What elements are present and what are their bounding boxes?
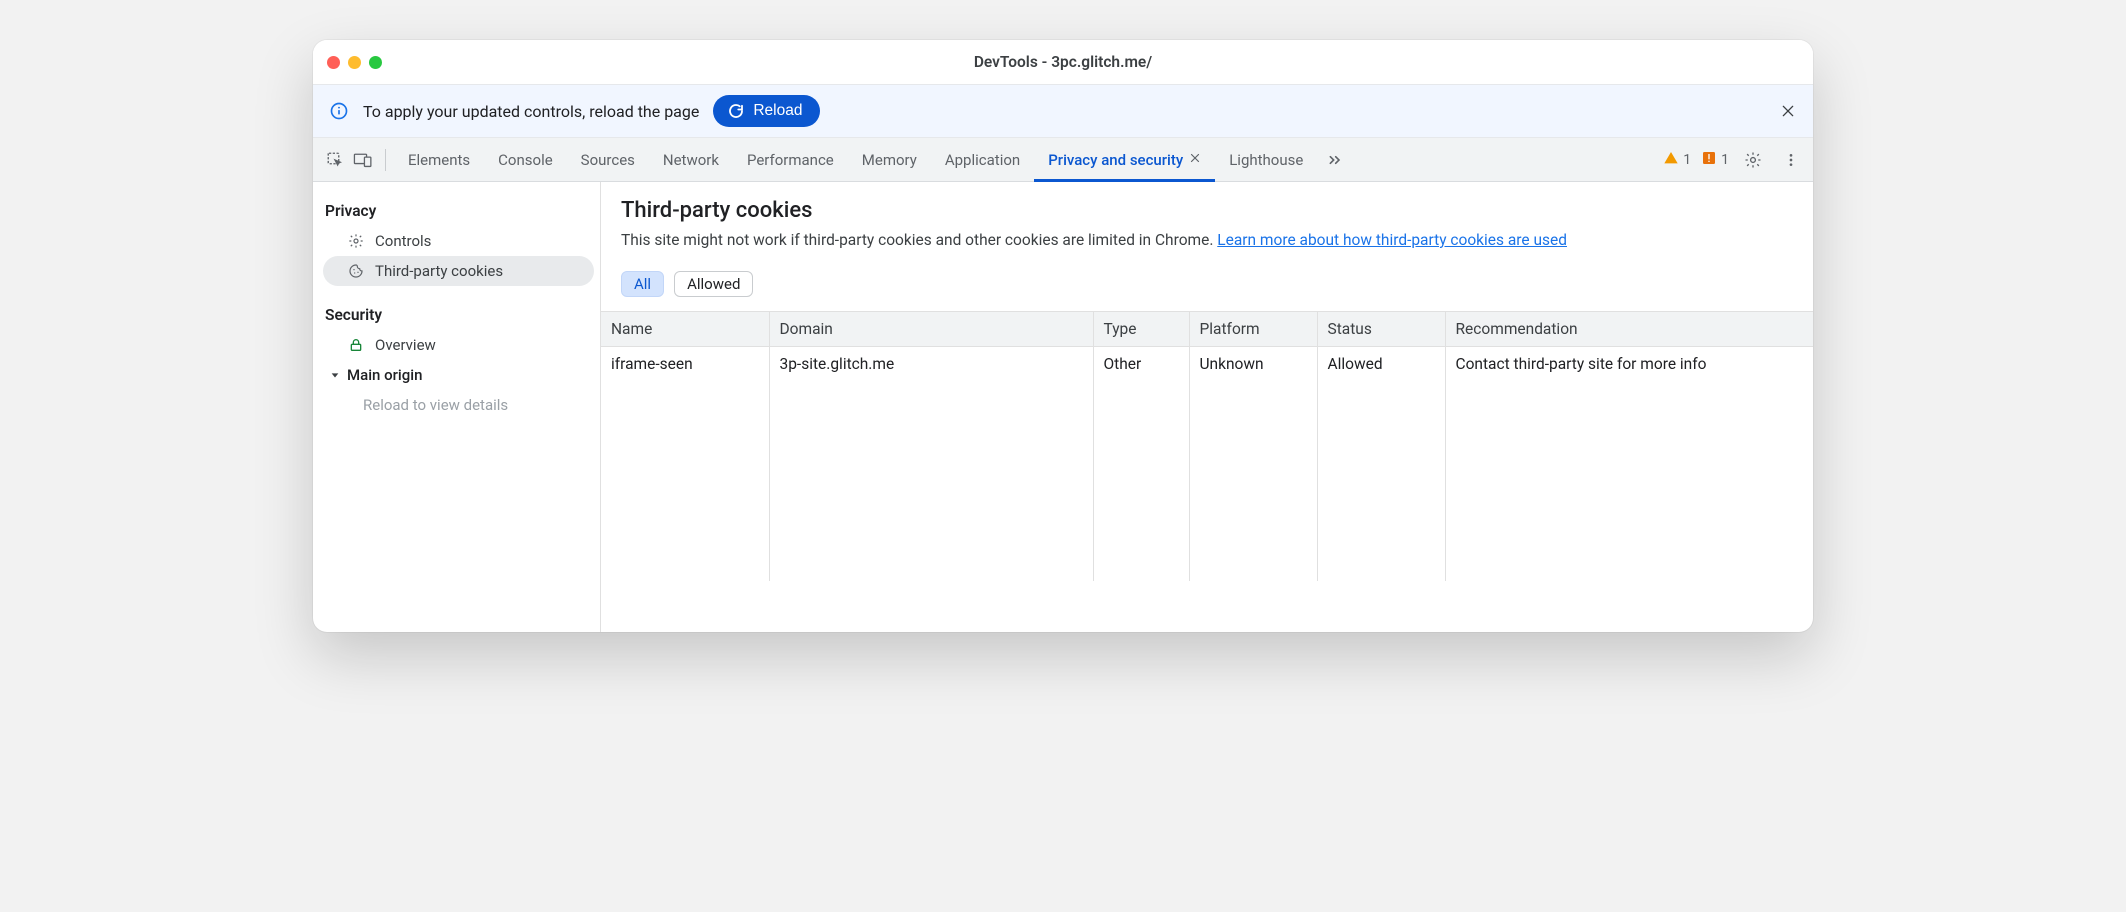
reload-button[interactable]: Reload (713, 95, 820, 127)
col-header-platform[interactable]: Platform (1189, 312, 1317, 347)
reload-icon (727, 102, 745, 120)
cell-recommendation: Contact third-party site for more info (1445, 347, 1813, 382)
pane-subtitle: This site might not work if third-party … (621, 231, 1793, 249)
cell-status: Allowed (1317, 347, 1445, 382)
device-toolbar-icon[interactable] (349, 146, 377, 174)
col-header-recommendation[interactable]: Recommendation (1445, 312, 1813, 347)
tab-console[interactable]: Console (484, 138, 567, 181)
sidebar-item-label: Third-party cookies (375, 262, 503, 280)
pane-header: Third-party cookies This site might not … (601, 182, 1813, 259)
maximize-window-button[interactable] (369, 56, 382, 69)
filter-chip-all[interactable]: All (621, 271, 664, 297)
warning-badge[interactable]: 1 (1663, 150, 1691, 170)
col-header-name[interactable]: Name (601, 312, 769, 347)
reload-button-label: Reload (753, 102, 802, 120)
tab-network[interactable]: Network (649, 138, 733, 181)
warning-count: 1 (1683, 152, 1691, 168)
pane-title: Third-party cookies (621, 198, 1793, 223)
settings-icon[interactable] (1739, 146, 1767, 174)
info-icon (329, 101, 349, 121)
table-row[interactable]: iframe-seen 3p-site.glitch.me Other Unkn… (601, 347, 1813, 382)
warning-icon (1663, 150, 1679, 170)
close-tab-icon[interactable] (1189, 152, 1201, 168)
status-badges: 1 1 (1663, 146, 1805, 174)
learn-more-link[interactable]: Learn more about how third-party cookies… (1217, 231, 1567, 249)
sidebar-main-origin-subtext: Reload to view details (323, 390, 594, 420)
cell-domain: 3p-site.glitch.me (769, 347, 1093, 382)
tab-lighthouse[interactable]: Lighthouse (1215, 138, 1317, 181)
col-header-domain[interactable]: Domain (769, 312, 1093, 347)
sidebar-section-privacy: Privacy (323, 196, 594, 226)
minimize-window-button[interactable] (348, 56, 361, 69)
cell-name: iframe-seen (601, 347, 769, 382)
window-title: DevTools - 3pc.glitch.me/ (313, 53, 1813, 71)
cell-type: Other (1093, 347, 1189, 382)
gear-icon (347, 232, 365, 250)
toolbar-divider (385, 149, 386, 171)
cookies-table: Name Domain Type Platform Status Recomme… (601, 311, 1813, 632)
inspect-element-icon[interactable] (321, 146, 349, 174)
sidebar-section-security: Security (323, 300, 594, 330)
tab-elements[interactable]: Elements (394, 138, 484, 181)
sidebar-item-third-party-cookies[interactable]: Third-party cookies (323, 256, 594, 286)
info-bar: To apply your updated controls, reload t… (313, 84, 1813, 138)
col-header-type[interactable]: Type (1093, 312, 1189, 347)
cell-platform: Unknown (1189, 347, 1317, 382)
col-header-status[interactable]: Status (1317, 312, 1445, 347)
tab-memory[interactable]: Memory (848, 138, 931, 181)
cookie-icon (347, 262, 365, 280)
sidebar-item-label: Controls (375, 232, 431, 250)
sidebar: Privacy Controls (313, 182, 601, 632)
issue-icon (1701, 150, 1717, 170)
tab-sources[interactable]: Sources (567, 138, 649, 181)
title-bar: DevTools - 3pc.glitch.me/ (313, 40, 1813, 84)
sidebar-item-label: Main origin (347, 366, 422, 384)
main-pane: Third-party cookies This site might not … (601, 182, 1813, 632)
tab-privacy-and-security[interactable]: Privacy and security (1034, 138, 1215, 181)
filter-chip-allowed[interactable]: Allowed (674, 271, 753, 297)
sidebar-item-label: Overview (375, 336, 436, 354)
sidebar-item-main-origin[interactable]: Main origin (323, 360, 594, 390)
table-filler (601, 381, 1813, 581)
tab-performance[interactable]: Performance (733, 138, 848, 181)
sidebar-item-overview[interactable]: Overview (323, 330, 594, 360)
filter-chips: All Allowed (601, 259, 1813, 311)
close-window-button[interactable] (327, 56, 340, 69)
info-message: To apply your updated controls, reload t… (363, 102, 699, 121)
sidebar-item-controls[interactable]: Controls (323, 226, 594, 256)
window-controls (327, 56, 382, 69)
panel-tabs: Elements Console Sources Network Perform… (394, 138, 1317, 181)
more-options-icon[interactable] (1777, 146, 1805, 174)
issue-badge[interactable]: 1 (1701, 150, 1729, 170)
close-info-bar-button[interactable] (1779, 102, 1797, 120)
more-tabs-button[interactable] (1317, 152, 1353, 168)
content-area: Privacy Controls (313, 182, 1813, 632)
lock-icon (347, 336, 365, 354)
issue-count: 1 (1721, 152, 1729, 168)
tab-application[interactable]: Application (931, 138, 1034, 181)
main-toolbar: Elements Console Sources Network Perform… (313, 138, 1813, 182)
table-header-row: Name Domain Type Platform Status Recomme… (601, 312, 1813, 347)
devtools-window: DevTools - 3pc.glitch.me/ To apply your … (313, 40, 1813, 632)
chevron-down-icon (329, 370, 341, 380)
